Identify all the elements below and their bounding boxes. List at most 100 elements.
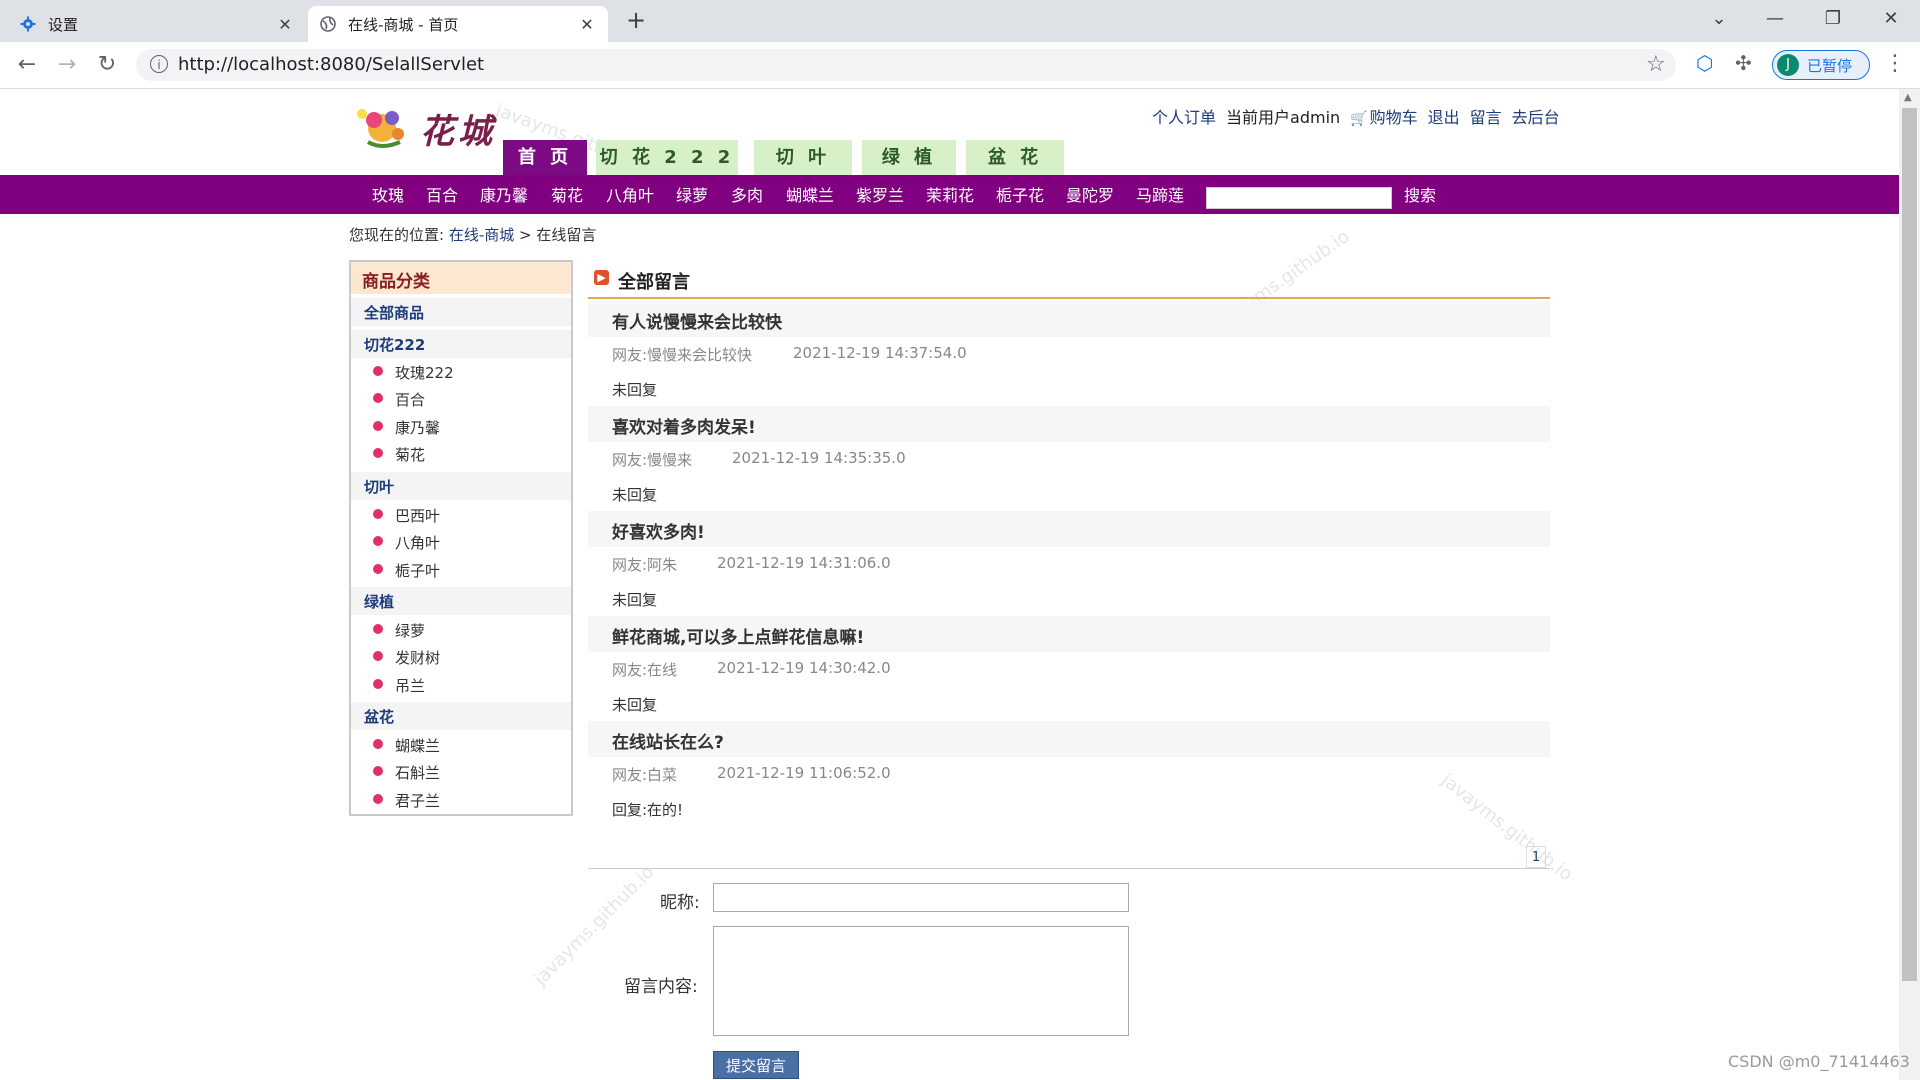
nickname-input[interactable] [713,883,1129,912]
url-text[interactable]: http://localhost:8080/SelallServlet [178,53,484,77]
message-reply: 未回复 [612,696,658,714]
sidebar-item[interactable]: 菊花 [395,444,425,465]
sidebar-item[interactable]: 发财树 [395,647,440,668]
my-orders-link[interactable]: 个人订单 [1152,104,1216,128]
scroll-up-arrow-icon[interactable]: ▲ [1904,92,1912,103]
message-time: 2021-12-19 11:06:52.0 [717,764,891,782]
bullet-icon [373,509,383,519]
bullet-icon [373,421,383,431]
message-content-textarea[interactable] [713,926,1129,1036]
message-time: 2021-12-19 14:37:54.0 [793,344,967,362]
restore-button[interactable]: ❐ [1810,4,1856,34]
scrollbar-thumb[interactable] [1902,108,1917,981]
tab-cut-leaves[interactable]: 切 叶 [754,140,852,176]
back-arrow-icon[interactable]: ← [12,51,42,79]
bullet-icon [373,766,383,776]
close-window-button[interactable]: ✕ [1868,4,1914,34]
breadcrumb-separator: > [519,226,532,244]
message-title: 鲜花商城,可以多上点鲜花信息嘛! [612,628,865,648]
tab-potted-flowers[interactable]: 盆 花 [966,140,1064,176]
cart-link[interactable]: 🛒 购物车 [1350,104,1417,128]
close-icon[interactable]: ✕ [578,15,596,34]
backend-link[interactable]: 去后台 [1512,104,1560,128]
category-link[interactable]: 绿萝 [676,184,708,208]
message-link[interactable]: 留言 [1470,104,1502,128]
category-link[interactable]: 康乃馨 [480,184,528,208]
message-author: 网友:阿朱 [612,556,678,574]
page-number-link[interactable]: 1 [1526,846,1546,868]
info-icon[interactable]: i [150,55,168,73]
bookmark-star-icon[interactable]: ☆ [1646,52,1666,77]
message-header [588,511,1550,547]
category-link[interactable]: 曼陀罗 [1066,184,1114,208]
sidebar-item[interactable]: 君子兰 [395,790,440,811]
sidebar-item[interactable]: 石斛兰 [395,762,440,783]
reload-icon[interactable]: ↻ [92,51,122,79]
csdn-watermark: CSDN @m0_71414463 [1728,1052,1910,1071]
message-author: 网友:白菜 [612,766,678,784]
bullet-icon [373,366,383,376]
browser-tab-shop[interactable]: 在线-商城 - 首页 ✕ [308,6,608,42]
sidebar-item[interactable]: 栀子叶 [395,560,440,581]
content-label: 留言内容: [624,977,698,997]
bullet-icon [373,448,383,458]
category-link[interactable]: 蝴蝶兰 [786,184,834,208]
avatar: J [1777,54,1799,76]
gear-icon [20,16,36,32]
sidebar-item[interactable]: 八角叶 [395,532,440,553]
more-menu-icon[interactable]: ⋮ [1884,51,1906,76]
sidebar-item[interactable]: 蝴蝶兰 [395,735,440,756]
sidebar-group-green-plants[interactable]: 绿植 [364,591,394,612]
category-link[interactable]: 紫罗兰 [856,184,904,208]
tab-green-plants[interactable]: 绿 植 [862,140,956,176]
category-link[interactable]: 马蹄莲 [1136,184,1184,208]
tab-search-chevron-icon[interactable]: ⌄ [1696,4,1742,34]
breadcrumb-home-link[interactable]: 在线-商城 [449,226,514,244]
category-link[interactable]: 八角叶 [606,184,654,208]
message-time: 2021-12-19 14:30:42.0 [717,659,891,677]
category-link[interactable]: 百合 [426,184,458,208]
sidebar-item[interactable]: 巴西叶 [395,505,440,526]
tab-home[interactable]: 首 页 [503,140,587,176]
sidebar-item[interactable]: 百合 [395,389,425,410]
close-icon[interactable]: ✕ [276,15,294,34]
divider [588,297,1550,299]
sidebar-item[interactable]: 康乃馨 [395,417,440,438]
category-link[interactable]: 玫瑰 [372,184,404,208]
bullet-icon [373,739,383,749]
sidebar-group-cut-leaves[interactable]: 切叶 [364,476,394,497]
sidebar-item[interactable]: 吊兰 [395,675,425,696]
category-link[interactable]: 茉莉花 [926,184,974,208]
sidebar-item[interactable]: 绿萝 [395,620,425,641]
category-link[interactable]: 多肉 [731,184,763,208]
breadcrumb-prefix: 您现在的位置: [349,226,445,244]
message-time: 2021-12-19 14:35:35.0 [732,449,906,467]
browser-tab-settings[interactable]: 设置 ✕ [8,6,306,42]
extension-icon[interactable]: ⬡ [1696,51,1713,75]
bullet-icon [373,536,383,546]
puzzle-icon[interactable]: ✣ [1735,51,1752,75]
message-title: 喜欢对着多肉发呆! [612,418,756,438]
search-button[interactable]: 搜索 [1404,184,1436,208]
browser-tab-title: 在线-商城 - 首页 [348,15,459,34]
breadcrumb: 您现在的位置: 在线-商城 > 在线留言 [349,224,596,245]
search-input[interactable] [1206,187,1392,209]
profile-button[interactable]: J 已暂停 [1772,50,1870,80]
minimize-button[interactable]: — [1752,4,1798,34]
sidebar-all-products[interactable]: 全部商品 [364,302,424,323]
category-link[interactable]: 菊花 [551,184,583,208]
category-link[interactable]: 栀子花 [996,184,1044,208]
submit-message-button[interactable]: 提交留言 [713,1051,799,1079]
breadcrumb-current: 在线留言 [536,226,597,244]
new-tab-button[interactable]: + [622,6,650,34]
logout-link[interactable]: 退出 [1428,104,1460,128]
sidebar-group-cut-flowers[interactable]: 切花222 [364,334,425,355]
sidebar-group-potted-flowers[interactable]: 盆花 [364,706,394,727]
forward-arrow-icon[interactable]: → [52,51,82,79]
message-title: 好喜欢多肉! [612,523,705,543]
message-author: 网友:慢慢来 [612,451,693,469]
sidebar-item[interactable]: 玫瑰222 [395,362,454,383]
globe-icon [320,16,336,32]
tab-cut-flowers[interactable]: 切 花 2 2 2 [596,140,738,176]
cart-icon: 🛒 [1350,111,1368,127]
